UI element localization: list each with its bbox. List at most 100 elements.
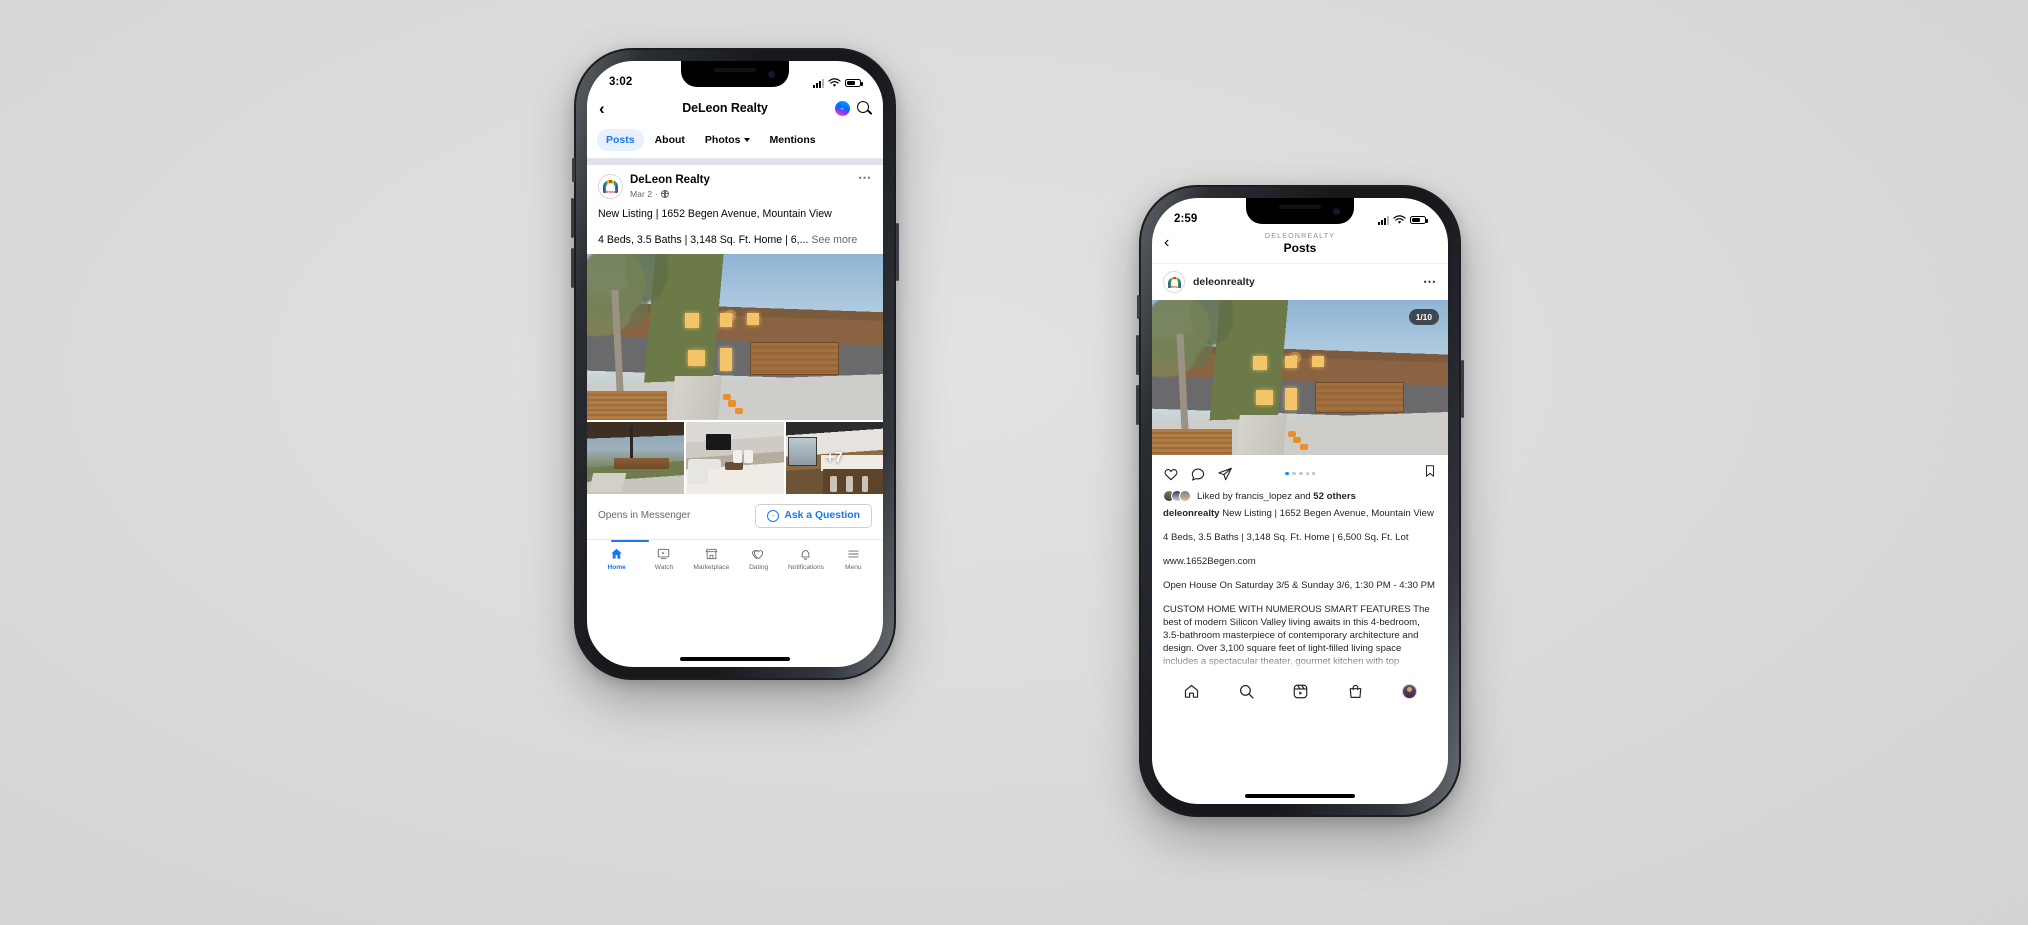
home-indicator[interactable]: [1245, 794, 1355, 798]
wifi-icon: [1393, 215, 1406, 224]
power-button[interactable]: [1461, 360, 1464, 418]
messenger-icon[interactable]: [835, 100, 850, 116]
post-hero-photo[interactable]: [587, 253, 883, 420]
post-thumbnail-3-more[interactable]: +7: [785, 421, 883, 494]
home-indicator[interactable]: [680, 657, 790, 661]
caption-username[interactable]: deleonrealty: [1163, 508, 1220, 519]
see-more-link[interactable]: See more: [811, 234, 857, 246]
nav-profile[interactable]: [1402, 684, 1418, 699]
carousel-dot-2[interactable]: [1292, 471, 1296, 476]
volume-up-button[interactable]: [1136, 335, 1139, 375]
post-thumbnail-2[interactable]: [686, 421, 784, 494]
search-icon[interactable]: [857, 101, 871, 115]
post-caption-wrapper: deleonrealty New Listing | 1652 Begen Av…: [1152, 505, 1448, 675]
tab-about[interactable]: About: [646, 129, 694, 151]
paper-plane-icon[interactable]: [1217, 466, 1233, 482]
nav-marketplace[interactable]: Marketplace: [688, 547, 735, 571]
nav-dating-label: Dating: [749, 563, 769, 571]
facebook-screen: 3:02 ‹ DeLeon Realty Posts About Photos …: [587, 61, 883, 667]
post-carousel-image[interactable]: 1/10: [1152, 300, 1448, 455]
profile-tabs: Posts About Photos Mentions: [587, 125, 883, 159]
post-author-name[interactable]: DeLeon Realty: [630, 174, 851, 188]
post-text-truncated: 4 Beds, 3.5 Baths | 3,148 Sq. Ft. Home |…: [598, 234, 809, 247]
caption-paragraph-1: deleonrealty New Listing | 1652 Begen Av…: [1163, 507, 1437, 520]
carousel-dot-4[interactable]: [1306, 472, 1309, 475]
carousel-dot-1[interactable]: [1285, 471, 1289, 476]
page-title: Posts: [1283, 241, 1317, 255]
liker-avatars: [1163, 490, 1191, 502]
post-more-options-button[interactable]: ⋯: [1423, 275, 1437, 288]
carousel-dot-5[interactable]: [1312, 472, 1315, 475]
nav-dating[interactable]: Dating: [735, 547, 782, 571]
nav-menu-label: Menu: [845, 563, 862, 571]
power-button[interactable]: [896, 223, 899, 281]
mute-switch[interactable]: [572, 158, 575, 182]
header-kicker: DELEONREALTY: [1264, 231, 1336, 240]
hamburger-icon: [848, 550, 859, 557]
chevron-down-icon: [743, 138, 750, 142]
liked-by-row: Liked by francis_lopez and 52 others: [1152, 489, 1448, 505]
caption-paragraph-2: 4 Beds, 3.5 Baths | 3,148 Sq. Ft. Home |…: [1163, 532, 1409, 544]
video-icon: [658, 548, 670, 559]
bookmark-icon[interactable]: [1423, 463, 1437, 479]
nav-shop[interactable]: [1347, 683, 1364, 700]
heart-icon[interactable]: [1163, 466, 1179, 482]
post-more-options-button[interactable]: ⋯: [858, 171, 872, 184]
volume-down-button[interactable]: [1136, 385, 1139, 425]
facebook-phone-mockup: 3:02 ‹ DeLeon Realty Posts About Photos …: [571, 48, 899, 680]
volume-up-button[interactable]: [571, 198, 574, 238]
tab-photos[interactable]: Photos: [696, 129, 759, 151]
tab-photos-label: Photos: [704, 134, 741, 146]
facebook-bottom-nav: Home Watch Marketplace Dating Notificati…: [587, 539, 883, 587]
wifi-icon: [828, 78, 841, 87]
post-date: Mar 2: [630, 188, 652, 199]
nav-home-label: Home: [607, 563, 626, 571]
volume-down-button[interactable]: [571, 248, 574, 288]
tab-mentions-label: Mentions: [769, 134, 816, 146]
nav-reels[interactable]: [1292, 683, 1309, 700]
home-icon: [611, 548, 622, 559]
nav-menu[interactable]: Menu: [830, 547, 877, 571]
page-avatar[interactable]: deleon: [598, 174, 623, 199]
instagram-screen: 2:59 ‹ DELEONREALTY Posts deleon deleonr…: [1152, 198, 1448, 804]
home-icon: [1184, 684, 1199, 698]
comment-icon[interactable]: [1190, 466, 1206, 482]
ask-a-question-button[interactable]: Ask a Question: [755, 503, 872, 528]
nav-home[interactable]: [1183, 683, 1200, 700]
mute-switch[interactable]: [1137, 295, 1140, 319]
liked-by-others[interactable]: 52 others: [1313, 491, 1356, 502]
battery-icon: [845, 78, 863, 88]
caption-paragraph-4: Open House On Saturday 3/5 & Sunday 3/6,…: [1163, 580, 1435, 592]
nav-notifications[interactable]: Notifications: [782, 547, 829, 571]
nav-search[interactable]: [1238, 683, 1255, 700]
post-caption: deleonrealty New Listing | 1652 Begen Av…: [1152, 505, 1448, 675]
post-avatar[interactable]: deleon: [1163, 271, 1185, 293]
reels-icon: [1294, 684, 1308, 699]
status-bar-time: 2:59: [1174, 213, 1198, 225]
caption-paragraph-3[interactable]: www.1652Begen.com: [1163, 555, 1437, 568]
tab-about-label: About: [654, 134, 685, 146]
nav-home[interactable]: Home: [593, 547, 640, 571]
nav-watch[interactable]: Watch: [640, 547, 687, 571]
more-photos-count: +7: [825, 449, 843, 467]
globe-icon: [660, 189, 669, 198]
deleon-logo-icon: deleon: [1167, 276, 1181, 289]
tab-posts[interactable]: Posts: [597, 129, 644, 151]
meta-separator: ·: [654, 188, 658, 199]
post-meta: Mar 2 ·: [630, 189, 851, 199]
liked-by-username[interactable]: francis_lopez: [1235, 491, 1292, 502]
opens-in-messenger-label: Opens in Messenger: [598, 510, 691, 522]
nav-watch-label: Watch: [654, 563, 674, 571]
post-thumbnail-row: +7: [587, 421, 883, 494]
caption-text-1: New Listing | 1652 Begen Avenue, Mountai…: [1222, 508, 1434, 519]
post-action-bar: [1152, 455, 1448, 489]
post-username[interactable]: deleonrealty: [1193, 276, 1415, 288]
back-button[interactable]: ‹: [1164, 235, 1180, 251]
tab-mentions[interactable]: Mentions: [761, 129, 825, 151]
liked-by-prefix: Liked by: [1197, 490, 1233, 502]
post-text-line-1: New Listing | 1652 Begen Avenue, Mountai…: [598, 208, 832, 220]
carousel-dot-3[interactable]: [1299, 471, 1303, 476]
bell-icon: [802, 549, 810, 560]
back-button[interactable]: ‹: [599, 100, 615, 117]
post-thumbnail-1[interactable]: [587, 421, 685, 494]
